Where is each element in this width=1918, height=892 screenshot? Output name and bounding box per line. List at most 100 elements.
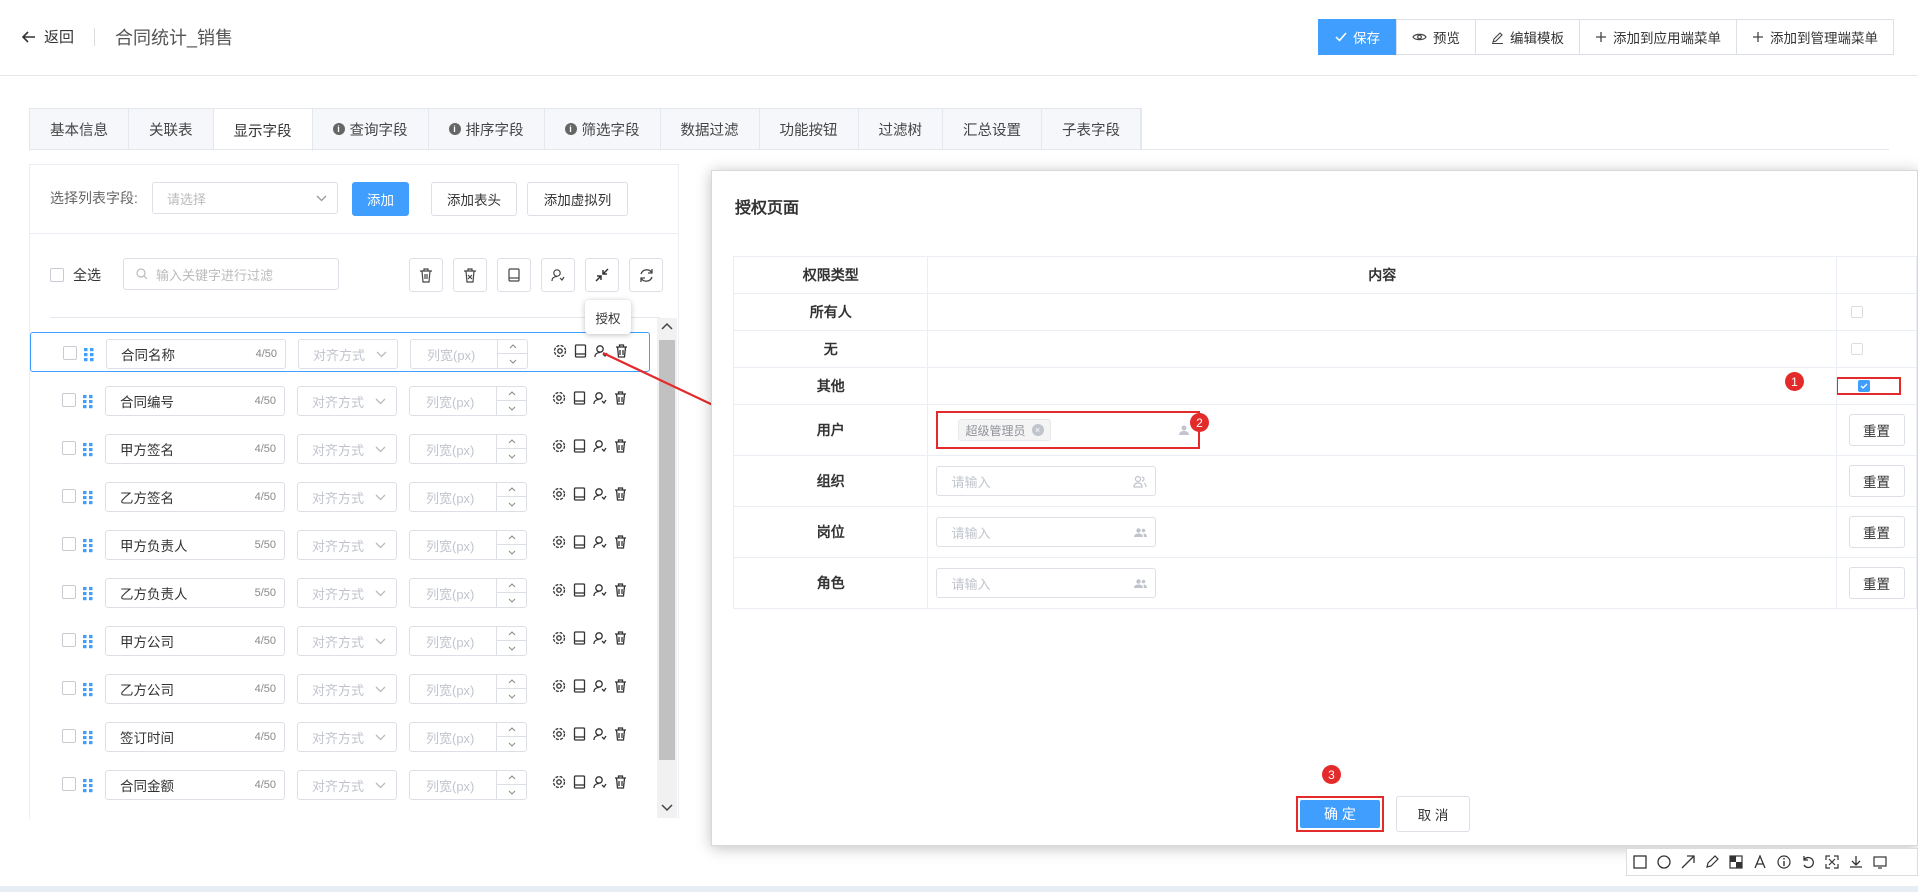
- stepper-up[interactable]: [497, 723, 526, 737]
- gear-icon[interactable]: [552, 679, 566, 693]
- stepper-up[interactable]: [498, 340, 527, 354]
- field-name-input[interactable]: 乙方负责人 5/50: [105, 578, 285, 608]
- select-all-checkbox[interactable]: 全选: [50, 265, 101, 285]
- tablet-icon[interactable]: [573, 775, 586, 789]
- align-select[interactable]: 对齐方式: [298, 339, 398, 369]
- stepper-down[interactable]: [497, 785, 526, 799]
- field-row[interactable]: 甲方公司 4/50 对齐方式 列宽(px): [30, 620, 650, 660]
- stepper-up[interactable]: [497, 771, 526, 785]
- reset-user-button[interactable]: 重置: [1848, 414, 1905, 446]
- align-select[interactable]: 对齐方式: [297, 434, 397, 464]
- drag-handle-icon[interactable]: [82, 777, 94, 793]
- tab-filter-fields[interactable]: i 筛选字段: [545, 109, 661, 149]
- drag-handle-icon[interactable]: [82, 729, 94, 745]
- row-checkbox[interactable]: [62, 441, 76, 455]
- stepper-down[interactable]: [497, 641, 526, 655]
- text-icon[interactable]: [1753, 855, 1767, 869]
- tablet-icon[interactable]: [573, 439, 586, 453]
- user-key-icon[interactable]: [593, 727, 607, 741]
- width-input[interactable]: 列宽(px): [409, 530, 527, 560]
- tablet-icon[interactable]: [573, 727, 586, 741]
- stepper-down[interactable]: [497, 689, 526, 703]
- stepper-down[interactable]: [497, 401, 526, 415]
- align-select[interactable]: 对齐方式: [297, 674, 397, 704]
- arrow-icon[interactable]: [1681, 855, 1695, 869]
- pen-icon[interactable]: [1705, 855, 1719, 869]
- align-select[interactable]: 对齐方式: [297, 722, 397, 752]
- circle-icon[interactable]: [1657, 855, 1671, 869]
- field-name-input[interactable]: 合同金额 4/50: [105, 770, 285, 800]
- width-stepper[interactable]: [496, 387, 526, 415]
- row-checkbox[interactable]: [63, 346, 77, 360]
- field-name-input[interactable]: 签订时间 4/50: [105, 722, 285, 752]
- width-stepper[interactable]: [496, 435, 526, 463]
- save-icon-button[interactable]: [497, 258, 531, 292]
- all-checkbox[interactable]: [1851, 306, 1864, 318]
- tab-function-buttons[interactable]: 功能按钮: [760, 109, 859, 149]
- tab-data-filter[interactable]: 数据过滤: [661, 109, 760, 149]
- drag-handle-icon[interactable]: [82, 489, 94, 505]
- width-input[interactable]: 列宽(px): [410, 339, 528, 369]
- drag-handle-icon[interactable]: [82, 633, 94, 649]
- download-icon[interactable]: [1849, 855, 1863, 869]
- width-input[interactable]: 列宽(px): [409, 722, 527, 752]
- add-app-menu-button[interactable]: 添加到应用端菜单: [1579, 19, 1737, 55]
- drag-handle-icon[interactable]: [83, 346, 95, 362]
- save-button[interactable]: 保存: [1318, 19, 1397, 55]
- none-checkbox[interactable]: [1851, 343, 1864, 355]
- tablet-icon[interactable]: [573, 583, 586, 597]
- stepper-up[interactable]: [497, 675, 526, 689]
- delete-all-button[interactable]: [409, 258, 443, 292]
- add-button[interactable]: 添加: [352, 182, 409, 216]
- tablet-icon[interactable]: [573, 679, 586, 693]
- add-virtual-column-button[interactable]: 添加虚拟列: [527, 182, 628, 216]
- field-name-input[interactable]: 合同名称 4/50: [106, 339, 286, 369]
- drag-handle-icon[interactable]: [82, 441, 94, 457]
- field-row[interactable]: 甲方签名 4/50 对齐方式 列宽(px): [30, 428, 650, 468]
- undo-icon[interactable]: [1801, 855, 1815, 869]
- gear-icon[interactable]: [552, 727, 566, 741]
- row-checkbox[interactable]: [62, 489, 76, 503]
- tab-filter-tree[interactable]: 过滤树: [859, 109, 943, 149]
- clear-button[interactable]: [453, 258, 487, 292]
- filter-input[interactable]: 输入关键字进行过滤: [123, 258, 339, 290]
- mosaic-icon[interactable]: [1729, 855, 1743, 869]
- tag-close-icon[interactable]: ×: [1031, 424, 1044, 436]
- row-checkbox[interactable]: [62, 537, 76, 551]
- align-select[interactable]: 对齐方式: [297, 626, 397, 656]
- user-icon[interactable]: [1178, 424, 1190, 436]
- stepper-down[interactable]: [497, 593, 526, 607]
- width-stepper[interactable]: [497, 340, 527, 368]
- stepper-down[interactable]: [497, 497, 526, 511]
- stepper-down[interactable]: [497, 545, 526, 559]
- row-checkbox[interactable]: [62, 585, 76, 599]
- field-select[interactable]: 请选择: [152, 182, 338, 214]
- row-checkbox[interactable]: [62, 681, 76, 695]
- width-input[interactable]: 列宽(px): [409, 674, 527, 704]
- add-header-button[interactable]: 添加表头: [431, 182, 517, 216]
- org-input[interactable]: 请输入: [936, 466, 1157, 496]
- screen-icon[interactable]: [1873, 855, 1887, 869]
- scroll-up-icon[interactable]: [661, 322, 673, 330]
- drag-handle-icon[interactable]: [82, 537, 94, 553]
- gear-icon[interactable]: [552, 775, 566, 789]
- stepper-up[interactable]: [497, 483, 526, 497]
- tablet-icon[interactable]: [573, 631, 586, 645]
- refresh-button[interactable]: [629, 258, 663, 292]
- align-select[interactable]: 对齐方式: [297, 578, 397, 608]
- post-input[interactable]: 请输入: [936, 517, 1157, 547]
- drag-handle-icon[interactable]: [82, 681, 94, 697]
- row-checkbox[interactable]: [62, 393, 76, 407]
- width-stepper[interactable]: [496, 579, 526, 607]
- user-key-icon[interactable]: [593, 487, 607, 501]
- gear-icon[interactable]: [552, 439, 566, 453]
- tab-display-fields[interactable]: 显示字段: [213, 109, 313, 151]
- tablet-icon[interactable]: [573, 391, 586, 405]
- trash-icon[interactable]: [614, 535, 627, 549]
- tab-subtable-fields[interactable]: 子表字段: [1042, 109, 1141, 149]
- reset-post-button[interactable]: 重置: [1848, 516, 1905, 548]
- field-name-input[interactable]: 乙方签名 4/50: [105, 482, 285, 512]
- field-name-input[interactable]: 合同编号 4/50: [105, 386, 285, 416]
- tablet-icon[interactable]: [573, 535, 586, 549]
- field-row[interactable]: 合同金额 4/50 对齐方式 列宽(px): [30, 764, 650, 804]
